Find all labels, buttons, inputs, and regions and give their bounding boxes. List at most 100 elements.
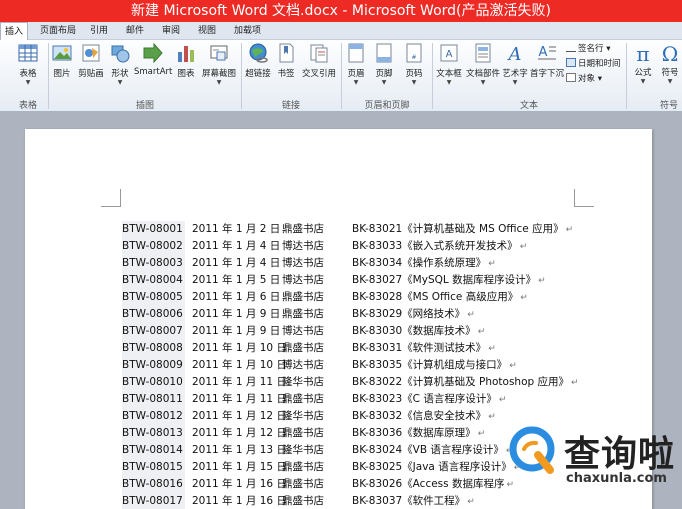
book-title-text: BK-83035《计算机组成与接口》 — [352, 359, 508, 371]
dropdown-arrow-icon: ▼ — [667, 78, 673, 85]
bookmark-button[interactable]: 书签 — [274, 42, 298, 79]
dropdown-arrow-icon: ▼ — [480, 79, 486, 86]
screenshot-label: 屏幕截图 — [201, 69, 236, 79]
chart-label: 图表 — [177, 69, 195, 79]
bookstore: 博达书店 — [282, 274, 324, 286]
bookstore: 鼎盛书店 — [282, 308, 324, 320]
book-title: BK-83030《数据库技术》 ↵ — [352, 323, 485, 341]
book-title-text: BK-83034《操作系统原理》 — [352, 257, 487, 269]
tab-view[interactable]: 视图 — [194, 22, 220, 40]
dropdown-arrow-icon: ▼ — [117, 79, 123, 86]
svg-text:#: # — [411, 54, 416, 61]
order-date: 2011 年 1 月 13 日 — [192, 444, 287, 456]
symbol-label: 符号 — [661, 68, 679, 78]
wordart-button[interactable]: A 艺术字 ▼ — [502, 42, 528, 86]
tab-page-layout[interactable]: 页面布局 — [36, 22, 80, 40]
table-button[interactable]: 表格 ▼ — [14, 42, 42, 86]
textbox-label: 文本框 — [436, 69, 462, 79]
book-title-text: BK-83024《VB 语言程序设计》 — [352, 444, 504, 456]
symbol-button[interactable]: Ω 符号 ▼ — [658, 42, 682, 85]
page-number-label: 页码 — [405, 69, 423, 79]
picture-icon — [52, 45, 72, 61]
book-title: BK-83036《数据库原理》 ↵ — [352, 425, 485, 443]
book-title-text: BK-83033《嵌入式系统开发技术》 — [352, 240, 518, 252]
group-divider — [241, 43, 242, 109]
bookstore: 博达书店 — [282, 240, 324, 252]
chart-button[interactable]: 图表 — [174, 42, 198, 79]
book-title: BK-83027《MySQL 数据库程序设计》 ↵ — [352, 272, 546, 290]
bookstore: 鼎盛书店 — [282, 223, 324, 235]
bookmark-label: 书签 — [277, 69, 295, 79]
book-title-text: BK-83037《软件工程》 — [352, 495, 466, 507]
book-title: BK-83021《计算机基础及 MS Office 应用》 ↵ — [352, 221, 573, 239]
page-number-button[interactable]: # 页码 ▼ — [400, 42, 428, 86]
order-date: 2011 年 1 月 16 日 — [192, 495, 287, 507]
bookstore: 鼎盛书店 — [282, 461, 324, 473]
header-icon — [348, 43, 364, 63]
bookstore: 鼎盛书店 — [282, 342, 324, 354]
dropdown-arrow-icon: ▼ — [216, 79, 222, 86]
dropdown-arrow-icon: ▼ — [381, 79, 387, 86]
order-id: BTW-08006 — [122, 306, 185, 323]
cross-reference-button[interactable]: 交叉引用 — [300, 42, 338, 79]
shapes-button[interactable]: 形状 ▼ — [108, 42, 132, 86]
order-date: 2011 年 1 月 2 日 — [192, 223, 281, 235]
paragraph-mark: ↵ — [477, 327, 486, 337]
tab-addins[interactable]: 加载项 — [230, 22, 265, 40]
picture-button[interactable]: 图片 — [50, 42, 74, 79]
watermark-domain: chaxunla.com — [566, 471, 667, 486]
order-date: 2011 年 1 月 12 日 — [192, 410, 287, 422]
signature-line-button[interactable]: 签名行 ▾ — [566, 43, 610, 55]
date-time-button[interactable]: 日期和时间 — [566, 58, 621, 70]
quick-parts-button[interactable]: 文档部件 ▼ — [466, 42, 500, 86]
clipart-button[interactable]: 剪贴画 — [76, 42, 106, 79]
picture-label: 图片 — [53, 69, 71, 79]
screenshot-button[interactable]: 屏幕截图 ▼ — [200, 42, 238, 86]
ribbon: 表格 ▼ 表格 图片 剪贴画 形状 ▼ SmartArt 图表 屏幕截图 ▼ 插… — [0, 40, 682, 112]
order-date: 2011 年 1 月 16 日 — [192, 478, 287, 490]
drop-cap-button[interactable]: A 首字下沉 — [530, 42, 564, 79]
book-title: BK-83035《计算机组成与接口》 ↵ — [352, 357, 517, 375]
paragraph-mark: ↵ — [571, 378, 579, 388]
book-title-text: BK-83025《Java 语言程序设计》 — [352, 461, 512, 473]
paragraph-mark: ↵ — [520, 293, 528, 303]
equation-button[interactable]: π 公式 ▼ — [630, 42, 656, 85]
clipart-icon — [82, 44, 100, 62]
book-title: BK-83033《嵌入式系统开发技术》 ↵ — [352, 238, 527, 256]
window-title: 新建 Microsoft Word 文档.docx - Microsoft Wo… — [0, 0, 682, 22]
svg-text:A: A — [446, 49, 453, 60]
globe-link-icon — [249, 43, 268, 63]
group-divider — [48, 43, 49, 109]
footer-button[interactable]: 页脚 ▼ — [372, 42, 396, 86]
book-title-text: BK-83028《MS Office 高级应用》 — [352, 291, 519, 303]
order-date: 2011 年 1 月 11 日 — [192, 393, 287, 405]
order-id: BTW-08009 — [122, 357, 185, 374]
quick-parts-label: 文档部件 — [466, 69, 501, 79]
tab-review[interactable]: 审阅 — [158, 22, 184, 40]
header-button[interactable]: 页眉 ▼ — [344, 42, 368, 86]
signature-line-label: 签名行 — [578, 44, 604, 54]
paragraph-mark: ↵ — [498, 395, 507, 405]
smartart-button[interactable]: SmartArt — [134, 42, 172, 77]
object-button[interactable]: 对象 ▾ — [566, 73, 602, 85]
order-date: 2011 年 1 月 4 日 — [192, 240, 281, 252]
hyperlink-label: 超链接 — [245, 69, 271, 79]
book-title-text: BK-83023《C 语言程序设计》 — [352, 393, 497, 405]
tab-mailings[interactable]: 邮件 — [122, 22, 148, 40]
table-label: 表格 — [19, 69, 37, 79]
tab-insert[interactable]: 插入 — [0, 22, 29, 41]
order-id: BTW-08002 — [122, 238, 185, 255]
table-icon — [18, 44, 38, 62]
tab-references[interactable]: 引用 — [86, 22, 112, 40]
order-id: BTW-08008 — [122, 340, 185, 357]
paragraph-mark: ↵ — [467, 497, 475, 507]
wordart-label: 艺术字 — [502, 69, 528, 79]
svg-text:A: A — [539, 45, 548, 60]
dropdown-arrow-icon: ▼ — [512, 79, 518, 86]
order-date: 2011 年 1 月 9 日 — [192, 325, 281, 337]
clipart-label: 剪贴画 — [78, 69, 104, 79]
bookstore: 鼎盛书店 — [282, 393, 324, 405]
omega-icon: Ω — [661, 42, 679, 66]
hyperlink-button[interactable]: 超链接 — [243, 42, 273, 79]
textbox-button[interactable]: A 文本框 ▼ — [434, 42, 464, 86]
